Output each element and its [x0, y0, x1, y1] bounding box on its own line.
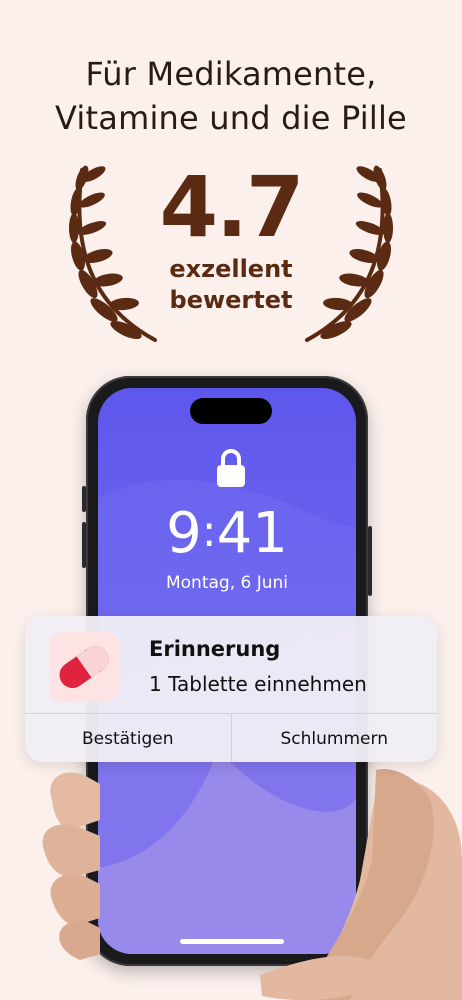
- headline-line-2: Vitamine und die Pille: [55, 99, 407, 137]
- time-minutes: 41: [216, 501, 288, 566]
- rating-label-line-1: exzellent: [169, 255, 293, 283]
- volume-button: [82, 522, 86, 568]
- notification-title: Erinnerung: [149, 637, 281, 661]
- reminder-notification[interactable]: Erinnerung 1 Tablette einnehmen Bestätig…: [25, 616, 437, 762]
- rating-value: 4.7: [159, 158, 305, 256]
- rating-award: 4.7 exzellent bewertet: [60, 150, 402, 350]
- confirm-button[interactable]: Bestätigen: [25, 714, 231, 762]
- hand-illustration: [42, 769, 462, 1000]
- lockscreen-date: Montag, 6 Juni: [165, 573, 289, 593]
- app-icon: [49, 632, 119, 702]
- rating-label-line-2: bewertet: [169, 286, 293, 314]
- notification-actions: Bestätigen Schlummern: [25, 713, 437, 762]
- snooze-button[interactable]: Schlummern: [230, 714, 438, 762]
- volume-button: [82, 486, 86, 512]
- headline-line-1: Für Medikamente,: [85, 55, 377, 93]
- lockscreen-time: 9:41: [166, 501, 288, 566]
- power-button: [368, 526, 372, 596]
- headline: Für Medikamente, Vitamine und die Pille: [0, 52, 462, 140]
- dynamic-island: [190, 398, 272, 424]
- time-hours: 9: [166, 501, 202, 566]
- rating-label: exzellent bewertet: [60, 254, 402, 316]
- notification-body: 1 Tablette einnehmen: [149, 672, 367, 696]
- pill-icon: [59, 645, 109, 689]
- lock-icon: [217, 449, 245, 487]
